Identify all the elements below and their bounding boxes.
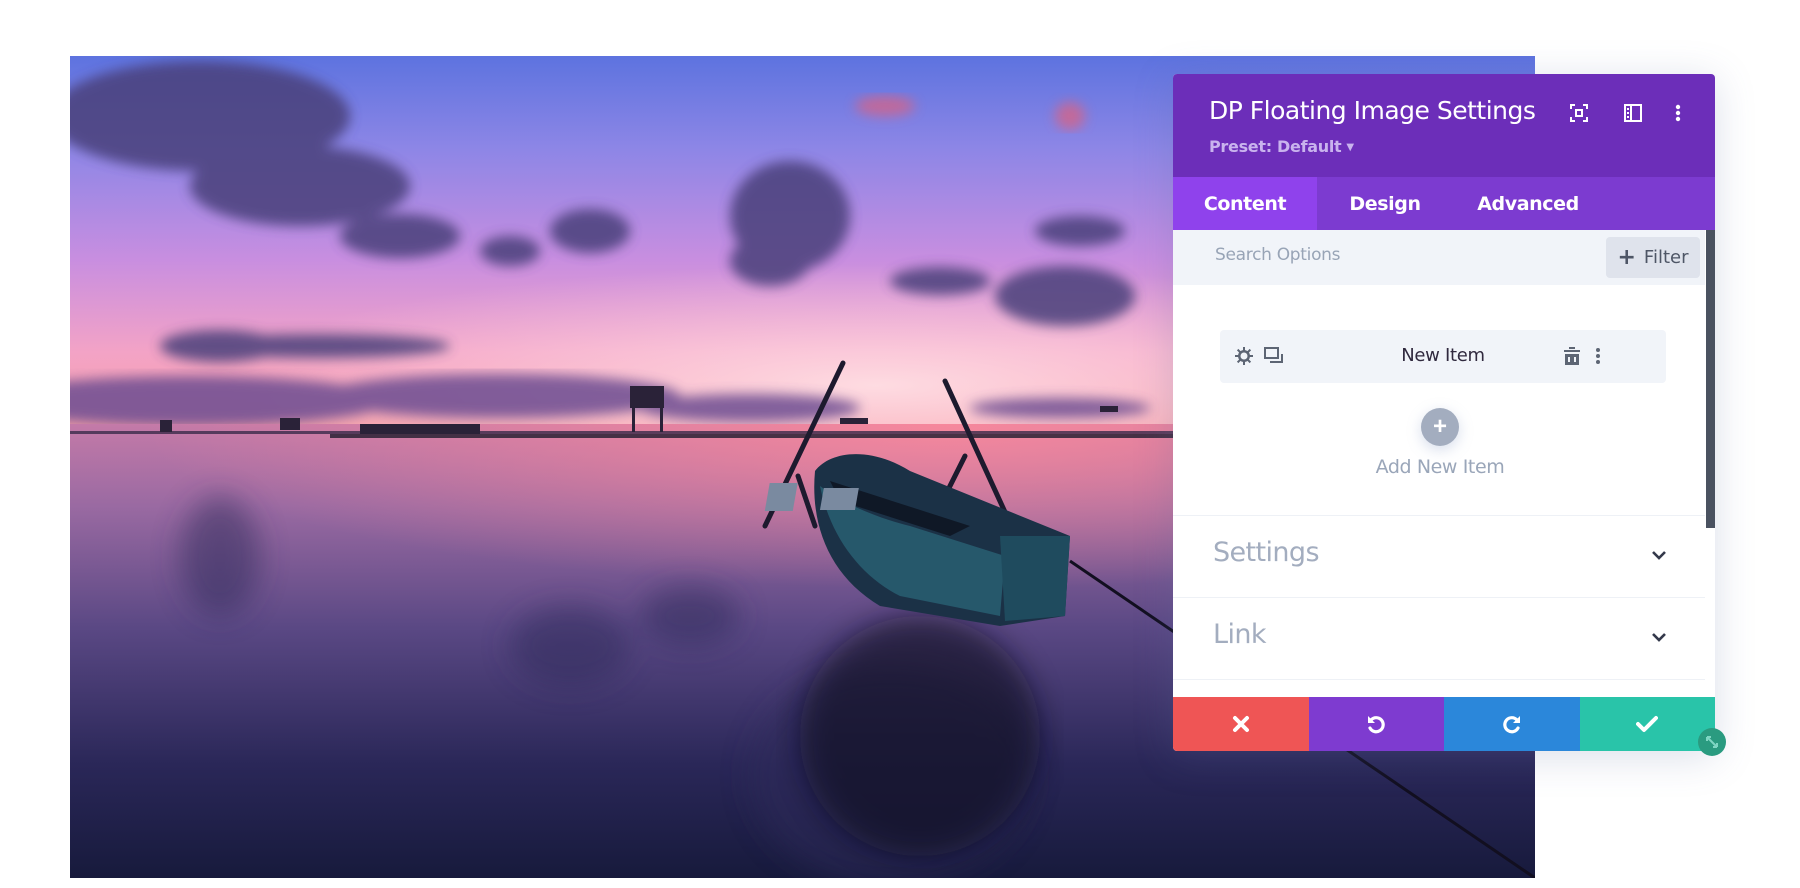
divider — [1173, 679, 1705, 680]
toggle-settings[interactable]: Settings — [1173, 515, 1705, 597]
tab-advanced[interactable]: Advanced — [1453, 177, 1603, 230]
item-more-icon[interactable] — [1586, 344, 1610, 368]
tab-bar: Content Design Advanced — [1173, 177, 1715, 230]
redo-icon — [1502, 716, 1520, 734]
caret-down-icon: ▼ — [1346, 142, 1354, 153]
focus-mode-icon[interactable] — [1566, 100, 1592, 126]
filter-button[interactable]: + Filter — [1606, 237, 1700, 278]
add-new-item-button[interactable]: + — [1421, 408, 1459, 446]
search-bar: + Filter — [1173, 230, 1705, 285]
tab-content[interactable]: Content — [1173, 177, 1317, 230]
resize-icon — [1706, 736, 1718, 748]
search-options-input[interactable] — [1213, 244, 1547, 266]
plus-icon: + — [1617, 245, 1636, 270]
undo-button[interactable] — [1308, 697, 1444, 751]
toggle-settings-label: Settings — [1213, 537, 1320, 568]
tab-design[interactable]: Design — [1317, 177, 1453, 230]
trash-icon[interactable] — [1560, 344, 1584, 368]
add-new-item-label[interactable]: Add New Item — [1173, 456, 1707, 478]
preset-dropdown[interactable]: Preset: Default ▼ — [1209, 137, 1354, 156]
chevron-down-icon — [1652, 551, 1666, 560]
panel-scrollbar[interactable] — [1706, 230, 1715, 528]
more-options-icon[interactable] — [1665, 100, 1691, 126]
toggle-link[interactable]: Link — [1173, 597, 1705, 679]
sidebar-layout-icon[interactable] — [1620, 100, 1646, 126]
chevron-down-icon — [1652, 633, 1666, 642]
check-icon — [1636, 716, 1659, 732]
redo-button[interactable] — [1444, 697, 1580, 751]
preset-label: Preset: Default — [1209, 137, 1342, 156]
cancel-button[interactable] — [1173, 697, 1309, 751]
panel-title: DP Floating Image Settings — [1209, 96, 1536, 125]
plus-icon: + — [1432, 413, 1447, 440]
save-button[interactable] — [1579, 697, 1715, 751]
resize-handle[interactable] — [1698, 728, 1726, 756]
close-icon — [1232, 716, 1249, 732]
list-item[interactable]: New Item — [1220, 330, 1666, 383]
filter-label: Filter — [1643, 247, 1689, 268]
panel-footer — [1173, 697, 1715, 751]
toggle-link-label: Link — [1213, 619, 1267, 650]
undo-icon — [1368, 716, 1386, 734]
panel-header: DP Floating Image Settings Preset: Defau… — [1173, 74, 1715, 177]
settings-panel: DP Floating Image Settings Preset: Defau… — [1173, 74, 1715, 751]
